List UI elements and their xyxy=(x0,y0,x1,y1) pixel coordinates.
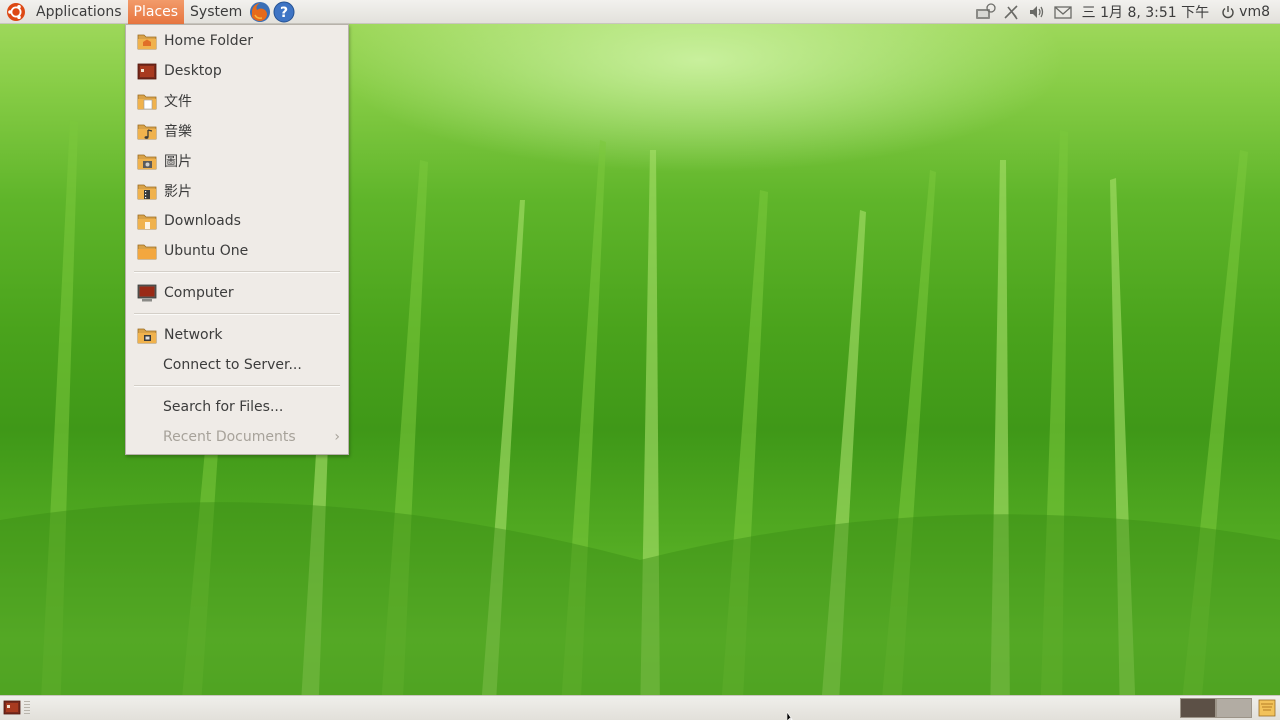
videos-folder-icon xyxy=(137,184,157,200)
network-indicator[interactable] xyxy=(972,0,998,24)
menu-item-ubuntu-one[interactable]: Ubuntu One xyxy=(126,236,348,266)
help-launcher[interactable]: ? xyxy=(272,0,296,24)
places-dropdown: Home Folder Desktop 文件 音樂 圖片 影片 Download… xyxy=(125,24,349,455)
ubuntu-logo-icon[interactable] xyxy=(6,2,26,22)
volume-icon xyxy=(1029,5,1043,18)
mail-indicator[interactable] xyxy=(1050,0,1076,24)
mouse-cursor-icon xyxy=(787,712,793,720)
menu-separator xyxy=(126,266,348,278)
help-icon: ? xyxy=(273,1,295,22)
show-desktop-icon[interactable] xyxy=(3,700,21,716)
menu-item-videos[interactable]: 影片 xyxy=(126,176,348,206)
desktop-icon xyxy=(137,63,157,80)
downloads-folder-icon xyxy=(137,214,157,230)
top-panel: Applications Places System ? 三 1月 8, 3:5… xyxy=(0,0,1280,24)
documents-folder-icon xyxy=(137,94,157,110)
menu-item-pictures[interactable]: 圖片 xyxy=(126,146,348,176)
power-icon xyxy=(1222,5,1234,18)
music-folder-icon xyxy=(137,124,157,140)
user-session-menu[interactable]: vm8 xyxy=(1215,4,1280,20)
pictures-folder-icon xyxy=(137,154,157,170)
menu-item-music[interactable]: 音樂 xyxy=(126,116,348,146)
menu-item-desktop[interactable]: Desktop xyxy=(126,56,348,86)
mail-icon xyxy=(1053,5,1072,19)
system-menu[interactable]: System xyxy=(184,0,248,24)
menu-item-recent-documents: Recent Documents › xyxy=(163,429,340,445)
trash-icon[interactable] xyxy=(1256,698,1278,718)
workspace-switcher-1[interactable] xyxy=(1180,698,1216,718)
firefox-icon xyxy=(250,1,271,22)
menu-item-home-folder[interactable]: Home Folder xyxy=(126,26,348,56)
workspace-switcher-2[interactable] xyxy=(1216,698,1252,718)
network-folder-icon xyxy=(137,328,157,344)
clock[interactable]: 三 1月 8, 3:51 下午 xyxy=(1076,2,1216,22)
menu-item-network[interactable]: Network xyxy=(126,320,348,350)
bluetooth-indicator[interactable] xyxy=(998,0,1024,24)
system-tray: 三 1月 8, 3:51 下午 vm8 xyxy=(972,0,1280,24)
computer-icon xyxy=(137,284,157,302)
bluetooth-icon xyxy=(1004,4,1018,19)
volume-indicator[interactable] xyxy=(1024,0,1050,24)
places-menu[interactable]: Places xyxy=(127,0,185,24)
menu-separator xyxy=(126,308,348,320)
panel-drag-handle[interactable] xyxy=(24,701,30,715)
network-icon xyxy=(975,2,996,19)
bottom-panel xyxy=(0,695,1280,720)
menu-item-computer[interactable]: Computer xyxy=(126,278,348,308)
svg-text:?: ? xyxy=(280,5,288,21)
menu-separator xyxy=(126,380,348,392)
menu-item-documents[interactable]: 文件 xyxy=(126,86,348,116)
chevron-right-icon: › xyxy=(334,429,340,445)
applications-menu[interactable]: Applications xyxy=(30,0,128,24)
ubuntu-one-folder-icon xyxy=(137,244,157,260)
menu-item-connect-to-server[interactable]: Connect to Server... xyxy=(126,350,348,380)
menu-item-downloads[interactable]: Downloads xyxy=(126,206,348,236)
username: vm8 xyxy=(1239,3,1270,20)
firefox-launcher[interactable] xyxy=(248,0,272,24)
home-folder-icon xyxy=(137,34,157,50)
menu-item-search-for-files[interactable]: Search for Files... xyxy=(126,392,348,422)
